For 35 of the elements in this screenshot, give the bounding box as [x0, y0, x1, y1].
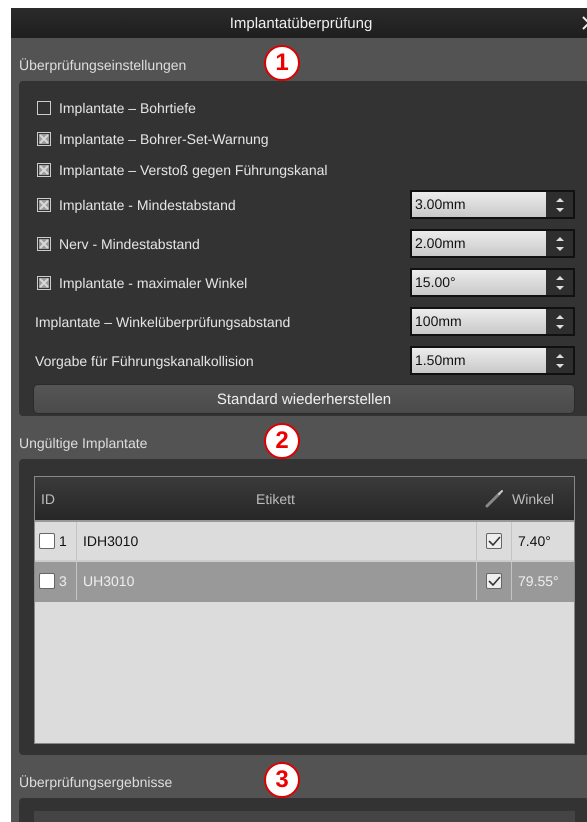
- checkbox[interactable]: [486, 533, 502, 549]
- table-cell: 1: [59, 533, 67, 549]
- spin-box[interactable]: 15.00°: [410, 268, 575, 297]
- setting-label: Vorgabe für Führungskanalkollision: [35, 352, 254, 368]
- callout-badge: 1: [264, 45, 300, 81]
- setting-label: Implantate – Verstoß gegen Führungskanal: [59, 162, 328, 178]
- callout-badge: 3: [264, 762, 300, 798]
- window-title: Implantatüberprüfung: [230, 14, 372, 32]
- setting-label: Implantate – Bohrtiefe: [59, 100, 196, 116]
- checkbox[interactable]: [486, 573, 502, 589]
- spin-box[interactable]: 100mm: [410, 307, 575, 336]
- section-title: Ungültige Implantate: [19, 435, 148, 451]
- setting-label: Implantate - Mindestabstand: [59, 196, 236, 212]
- table-cell: 3: [59, 573, 67, 589]
- section-title: Überprüfungsergebnisse: [19, 774, 172, 790]
- setting-label: Implantate – Bohrer-Set-Warnung: [59, 130, 269, 146]
- table-cell: UH3010: [83, 573, 134, 589]
- reset-button[interactable]: Standard wiederherstellen: [33, 384, 575, 414]
- spin-box[interactable]: 2.00mm: [410, 229, 575, 258]
- callout-badge: 2: [264, 423, 300, 459]
- table-cell: 79.55°: [518, 573, 559, 589]
- column-header: Etikett: [255, 490, 296, 506]
- table-cell: 7.40°: [518, 533, 551, 549]
- checkbox[interactable]: [39, 573, 55, 589]
- section-title: Überprüfungseinstellungen: [19, 57, 186, 73]
- spin-box[interactable]: 3.00mm: [410, 190, 575, 219]
- setting-label: Implantate - maximaler Winkel: [59, 274, 248, 290]
- column-header: ID: [40, 490, 56, 506]
- table-cell: IDH3010: [83, 533, 138, 549]
- setting-label: Nerv - Mindestabstand: [59, 236, 200, 252]
- setting-label: Implantate – Winkelüberprüfungsabstand: [35, 314, 290, 330]
- checkbox[interactable]: [39, 533, 55, 549]
- column-header: Winkel: [512, 490, 556, 506]
- pen-icon: [484, 488, 504, 508]
- spin-box[interactable]: 1.50mm: [410, 346, 575, 375]
